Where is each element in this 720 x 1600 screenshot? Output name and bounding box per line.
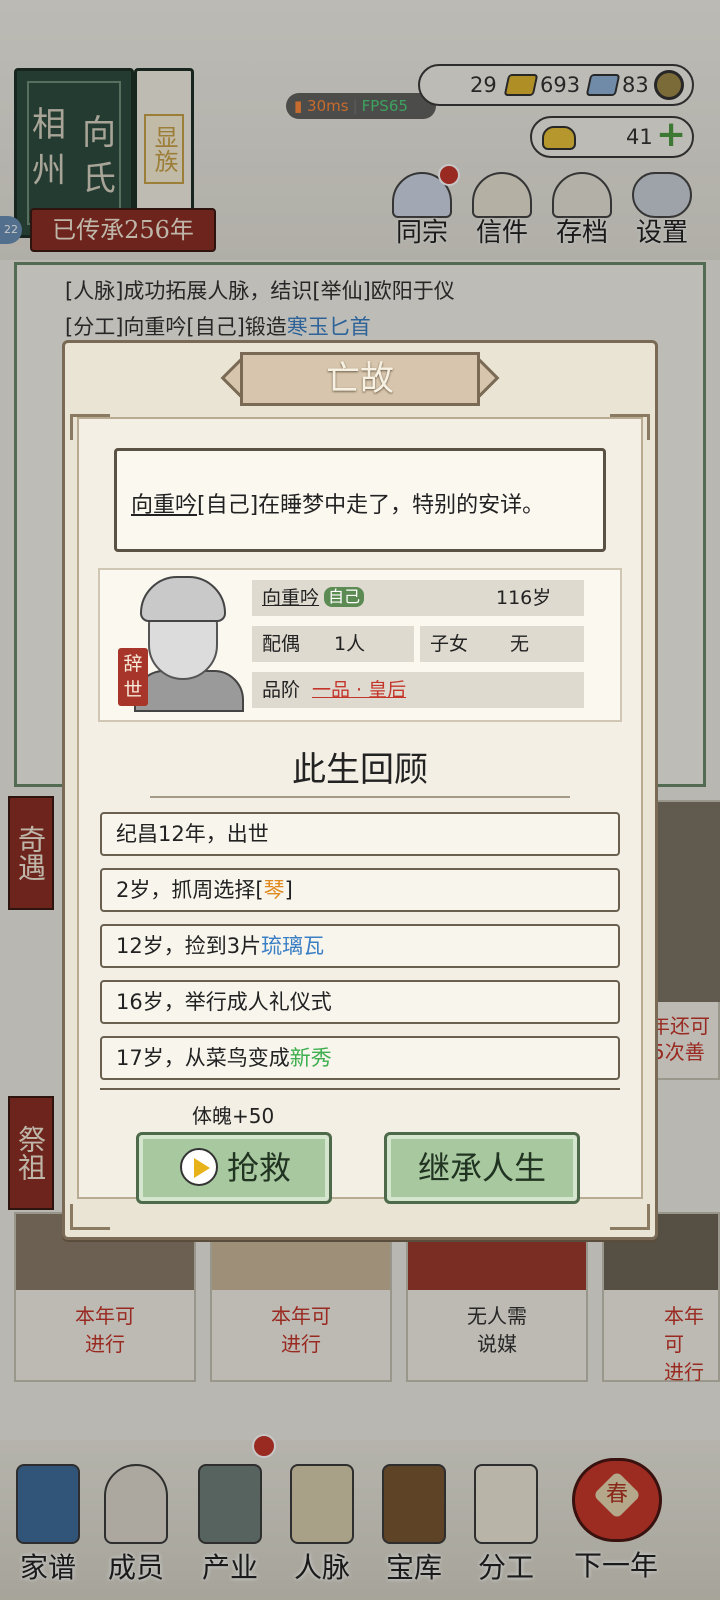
rescue-button[interactable]: 抢救 — [136, 1132, 332, 1204]
event-list-scroll-edge[interactable] — [100, 1088, 620, 1092]
deceased-seal: 辞世 — [118, 648, 148, 706]
spouse-value: 1人 — [334, 633, 366, 655]
deceased-name-link[interactable]: 向重吟 — [131, 493, 197, 518]
inherit-button[interactable]: 继承人生 — [384, 1132, 580, 1204]
play-ad-icon — [180, 1148, 218, 1186]
person-name-row: 向重吟 自己 116岁 — [252, 580, 584, 616]
spouse-label: 配偶 — [262, 633, 301, 655]
life-event: 12岁，捡到3片琉璃瓦 — [100, 924, 620, 968]
children-row: 子女 无 — [420, 626, 584, 662]
dialog-title-plate: 亡故 — [220, 350, 500, 408]
rescue-bonus-text: 体魄+50 — [192, 1104, 275, 1128]
rank-label: 品阶 — [262, 679, 301, 701]
spouse-row: 配偶 1人 — [252, 626, 414, 662]
life-event: 17岁，从菜鸟变成新秀 — [100, 1036, 620, 1080]
inherit-label: 继承人生 — [417, 1149, 546, 1187]
person-name[interactable]: 向重吟 — [262, 580, 319, 616]
life-event: 2岁，抓周选择[琴] — [100, 868, 620, 912]
children-label: 子女 — [430, 633, 469, 655]
self-tag: 自己 — [322, 580, 365, 616]
rank-row: 品阶 一品 · 皇后 — [252, 672, 584, 708]
death-message-box: 向重吟[自己]在睡梦中走了，特别的安详。 — [114, 448, 606, 552]
life-event: 16岁，举行成人礼仪式 — [100, 980, 620, 1024]
life-event: 纪昌12年，出世 — [100, 812, 620, 856]
title-divider — [150, 790, 570, 798]
person-age: 116岁 — [496, 587, 552, 609]
life-review-title: 此生回顾 — [292, 750, 428, 790]
children-value: 无 — [510, 633, 530, 655]
death-message: 向重吟[自己]在睡梦中走了，特别的安详。 — [131, 493, 545, 518]
dialog-title: 亡故 — [326, 359, 394, 399]
rank-value[interactable]: 一品 · 皇后 — [312, 672, 406, 708]
